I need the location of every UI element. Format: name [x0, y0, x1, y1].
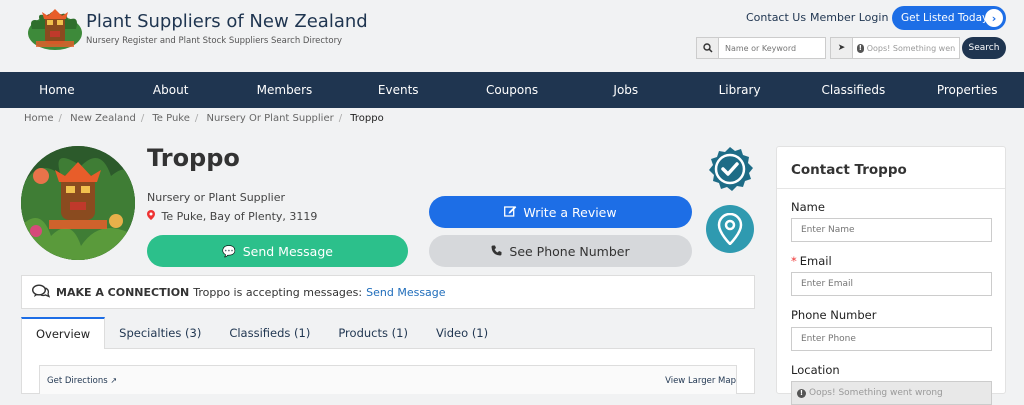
- breadcrumb-city[interactable]: Te Puke: [152, 113, 190, 124]
- breadcrumb-category[interactable]: Nursery Or Plant Supplier: [206, 113, 333, 124]
- connection-text: Troppo is accepting messages:: [193, 285, 363, 299]
- member-login-link[interactable]: Member Login: [810, 11, 888, 24]
- business-category: Nursery or Plant Supplier: [147, 191, 286, 204]
- info-icon: !: [857, 43, 864, 53]
- name-field[interactable]: [791, 218, 992, 242]
- name-label: Name: [791, 200, 825, 214]
- info-icon: !: [797, 388, 806, 398]
- location-label: Location: [791, 363, 840, 377]
- connection-bar: MAKE A CONNECTION Troppo is accepting me…: [21, 275, 755, 309]
- nav-item-events[interactable]: Events: [341, 72, 455, 108]
- breadcrumb-country[interactable]: New Zealand: [70, 113, 136, 124]
- profile-avatar: [21, 146, 135, 260]
- tab-specialties[interactable]: Specialties (3): [105, 317, 215, 349]
- send-message-button[interactable]: 💬 Send Message: [147, 235, 408, 267]
- tab-classifieds[interactable]: Classifieds (1): [215, 317, 324, 349]
- nav-item-jobs[interactable]: Jobs: [569, 72, 683, 108]
- contact-us-link[interactable]: Contact Us: [746, 11, 806, 24]
- edit-icon: [504, 205, 517, 220]
- comments-icon: [31, 283, 51, 301]
- location-search-field[interactable]: !Oops! Something went wrong: [853, 43, 955, 53]
- nav-item-coupons[interactable]: Coupons: [455, 72, 569, 108]
- nav-item-library[interactable]: Library: [683, 72, 797, 108]
- business-name: Troppo: [147, 144, 240, 172]
- phone-field[interactable]: [791, 327, 992, 351]
- nav-item-about[interactable]: About: [114, 72, 228, 108]
- tab-video[interactable]: Video (1): [422, 317, 502, 349]
- see-phone-button[interactable]: See Phone Number: [429, 235, 692, 267]
- required-marker: *: [791, 254, 797, 268]
- connection-send-message-link[interactable]: Send Message: [366, 286, 445, 299]
- tab-products[interactable]: Products (1): [324, 317, 422, 349]
- phone-icon: [491, 244, 502, 259]
- divider: [777, 188, 1005, 189]
- connection-heading: MAKE A CONNECTION: [56, 285, 190, 299]
- location-arrow-icon[interactable]: ➤: [831, 38, 853, 58]
- external-link-icon: ↗: [110, 376, 118, 385]
- breadcrumb-current: Troppo: [350, 113, 384, 124]
- search-button[interactable]: Search: [962, 37, 1006, 59]
- chevron-right-icon: ›: [985, 9, 1003, 27]
- chat-icon: 💬: [222, 244, 236, 258]
- contact-form-title: Contact Troppo: [791, 162, 907, 178]
- nav-item-classifieds[interactable]: Classifieds: [796, 72, 910, 108]
- main-nav: Home About Members Events Coupons Jobs L…: [0, 72, 1024, 108]
- map-pin-icon: [147, 210, 159, 223]
- location-search-box[interactable]: ➤ !Oops! Something went wrong: [830, 37, 960, 59]
- site-header: Plant Suppliers of New Zealand Nursery R…: [0, 0, 1024, 72]
- email-label: * Email: [791, 254, 832, 268]
- location-field[interactable]: ! Oops! Something went wrong: [791, 381, 992, 405]
- map-location-button[interactable]: [706, 205, 754, 253]
- nav-item-home[interactable]: Home: [0, 72, 114, 108]
- write-review-button[interactable]: Write a Review: [429, 196, 692, 228]
- map-header: [39, 365, 737, 394]
- site-title[interactable]: Plant Suppliers of New Zealand: [86, 11, 368, 32]
- site-logo[interactable]: [26, 7, 84, 53]
- get-directions-link[interactable]: Get Directions ↗: [47, 376, 117, 386]
- nav-item-members[interactable]: Members: [228, 72, 342, 108]
- get-listed-label: Get Listed Today: [901, 12, 989, 24]
- business-location: Te Puke, Bay of Plenty, 3119: [147, 210, 317, 223]
- breadcrumb-home[interactable]: Home: [24, 113, 54, 124]
- profile-tabs: Overview Specialties (3) Classifieds (1)…: [21, 317, 755, 349]
- keyword-search-box[interactable]: [696, 37, 826, 59]
- breadcrumb: Home / New Zealand / Te Puke / Nursery Or P…: [24, 113, 384, 124]
- phone-label: Phone Number: [791, 308, 877, 322]
- view-larger-map-link[interactable]: View Larger Map: [665, 376, 736, 386]
- verified-badge-icon: [709, 147, 753, 191]
- get-listed-button[interactable]: Get Listed Today ›: [892, 6, 1006, 30]
- email-field[interactable]: [791, 272, 992, 296]
- map-marker-icon: [717, 213, 743, 245]
- keyword-search-input[interactable]: [719, 39, 819, 57]
- contact-form-card: Contact Troppo Name *Email Phone Number …: [776, 146, 1006, 405]
- search-icon: [697, 38, 719, 58]
- site-tagline: Nursery Register and Plant Stock Supplie…: [86, 36, 343, 46]
- nav-item-properties[interactable]: Properties: [910, 72, 1024, 108]
- tab-overview[interactable]: Overview: [21, 317, 106, 349]
